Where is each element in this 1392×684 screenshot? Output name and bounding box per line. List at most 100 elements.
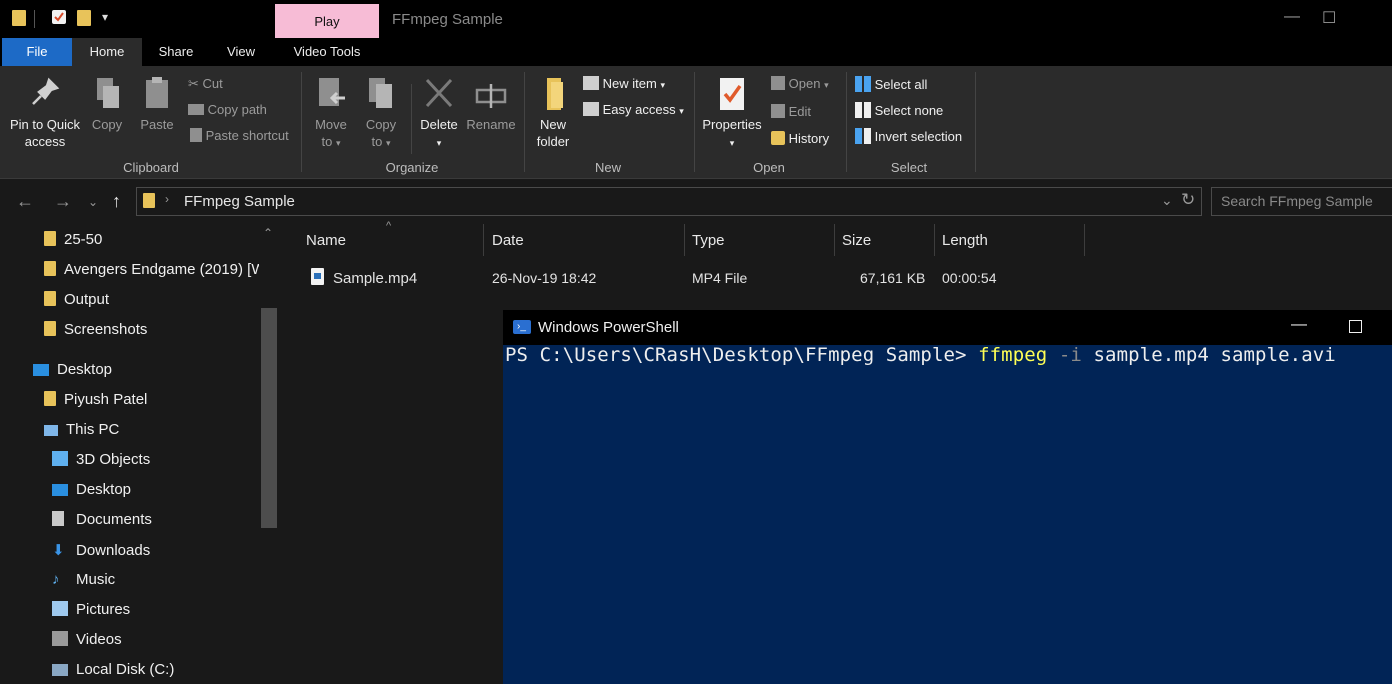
select-all-button[interactable]: Select all	[855, 76, 927, 92]
delete-label: Delete	[420, 117, 458, 132]
column-divider[interactable]	[483, 224, 484, 256]
tab-home[interactable]: Home	[72, 38, 142, 66]
paste-shortcut-button[interactable]: Paste shortcut	[188, 128, 289, 143]
desktop-icon	[52, 484, 68, 496]
column-header-date[interactable]: Date	[492, 232, 524, 249]
group-label-organize: Organize	[385, 160, 439, 175]
nav-item-this-pc[interactable]: This PC	[44, 421, 119, 438]
back-arrow-icon[interactable]: ←	[16, 191, 34, 212]
copy-to-label-2: to	[371, 134, 383, 149]
nav-label: Music	[76, 571, 116, 588]
nav-item-desktop-pc[interactable]: Desktop	[52, 481, 131, 498]
nav-item-documents[interactable]: Documents	[52, 511, 152, 528]
copy-path-icon	[188, 104, 204, 115]
move-to-button[interactable]: Move to ▾	[308, 76, 354, 152]
picture-icon	[52, 601, 68, 616]
paste-button[interactable]: Paste	[136, 76, 178, 133]
new-item-button[interactable]: New item ▾	[583, 76, 665, 91]
breadcrumb[interactable]: FFmpeg Sample	[184, 193, 295, 210]
search-box[interactable]: Search FFmpeg Sample	[1211, 187, 1392, 216]
new-folder-label-1: New	[539, 117, 566, 132]
nav-item-desktop[interactable]: Desktop	[33, 361, 112, 378]
divider	[34, 10, 35, 28]
nav-item-local-disk[interactable]: Local Disk (C:)	[52, 661, 174, 678]
file-length: 00:00:54	[942, 270, 997, 286]
cut-button[interactable]: ✂ Cut	[188, 76, 223, 92]
properties-button[interactable]: Properties ▾	[700, 76, 764, 152]
column-divider[interactable]	[834, 224, 835, 256]
address-dropdown-icon[interactable]: ⌄	[1161, 192, 1173, 209]
nav-item-quick-1[interactable]: 25-50	[44, 231, 102, 248]
tab-view[interactable]: View	[210, 38, 272, 66]
refresh-icon[interactable]: ↻	[1181, 190, 1195, 210]
up-arrow-icon[interactable]: ↑	[112, 191, 121, 212]
chevron-down-icon: ▾	[385, 138, 391, 148]
chevron-right-icon[interactable]: ›	[165, 192, 169, 206]
column-divider[interactable]	[1084, 224, 1085, 256]
open-button[interactable]: Open ▾	[771, 76, 829, 91]
column-header-type[interactable]: Type	[692, 232, 725, 249]
divider	[411, 84, 412, 154]
tab-file[interactable]: File	[2, 38, 72, 66]
nav-item-quick-3[interactable]: Output	[44, 291, 109, 308]
address-bar[interactable]: › FFmpeg Sample ⌄ ↻	[136, 187, 1202, 216]
ps-minimize-button[interactable]: —	[1291, 316, 1307, 334]
pin-to-quick-access-button[interactable]: Pin to Quick access	[4, 76, 86, 150]
column-divider[interactable]	[934, 224, 935, 256]
nav-item-downloads[interactable]: ⬇ Downloads	[52, 541, 150, 559]
scroll-up-icon[interactable]: ⌃	[263, 226, 273, 240]
tab-play[interactable]: Play	[275, 4, 379, 38]
copy-button[interactable]: Copy	[86, 76, 128, 133]
minimize-button[interactable]: —	[1284, 8, 1300, 26]
new-folder-button[interactable]: New folder	[530, 76, 576, 150]
column-header-length[interactable]: Length	[942, 232, 988, 249]
nav-item-pictures[interactable]: Pictures	[52, 601, 130, 618]
properties-icon	[720, 78, 744, 110]
paste-shortcut-label: Paste shortcut	[205, 128, 289, 143]
delete-x-icon	[425, 78, 453, 108]
nav-scrollbar-thumb[interactable]	[261, 308, 277, 528]
copy-path-button[interactable]: Copy path	[188, 102, 267, 117]
rename-button[interactable]: Rename	[464, 76, 518, 133]
nav-item-user[interactable]: Piyush Patel	[44, 391, 147, 408]
nav-item-3d-objects[interactable]: 3D Objects	[52, 451, 150, 468]
edit-button[interactable]: Edit	[771, 104, 811, 119]
history-label: History	[788, 131, 830, 146]
select-all-label: Select all	[874, 77, 928, 92]
copy-path-label: Copy path	[207, 102, 267, 117]
column-header-size[interactable]: Size	[842, 232, 871, 249]
edit-label: Edit	[788, 104, 812, 119]
recent-locations-icon[interactable]: ⌄	[88, 195, 98, 209]
delete-button[interactable]: Delete ▾	[416, 76, 462, 152]
divider	[694, 72, 695, 172]
new-folder-icon[interactable]	[77, 10, 91, 26]
maximize-button[interactable]: ☐	[1322, 8, 1336, 28]
forward-arrow-icon[interactable]: →	[54, 191, 72, 212]
properties-check-icon[interactable]	[52, 10, 66, 24]
history-button[interactable]: History	[771, 131, 829, 146]
group-label-select: Select	[890, 160, 928, 175]
copy-to-button[interactable]: Copy to ▾	[358, 76, 404, 152]
select-none-button[interactable]: Select none	[855, 102, 943, 118]
invert-selection-button[interactable]: Invert selection	[855, 128, 962, 144]
powershell-title: Windows PowerShell	[538, 319, 679, 336]
tab-video-tools[interactable]: Video Tools	[275, 38, 379, 66]
ps-maximize-button[interactable]	[1349, 320, 1362, 333]
column-divider[interactable]	[684, 224, 685, 256]
powershell-command-line[interactable]: PS C:\Users\CRasH\Desktop\FFmpeg Sample>…	[505, 344, 1336, 366]
easy-access-button[interactable]: Easy access ▾	[583, 102, 684, 117]
nav-item-videos[interactable]: Videos	[52, 631, 122, 648]
search-input[interactable]: Search FFmpeg Sample	[1221, 193, 1373, 209]
folder-icon[interactable]	[12, 10, 26, 26]
nav-item-quick-2[interactable]: Avengers Endgame (2019) [W	[44, 261, 259, 278]
nav-item-music[interactable]: ♪ Music	[52, 571, 115, 588]
nav-item-quick-4[interactable]: Screenshots	[44, 321, 147, 338]
customize-toolbar-icon[interactable]: ▾	[102, 10, 108, 24]
tab-share[interactable]: Share	[142, 38, 210, 66]
table-row[interactable]: Sample.mp4 26-Nov-19 18:42 MP4 File 67,1…	[283, 262, 1083, 292]
group-label-new: New	[594, 160, 621, 175]
powershell-title-bar[interactable]: ›_ Windows PowerShell —	[503, 310, 1392, 345]
powershell-window[interactable]	[503, 310, 1392, 684]
column-header-name[interactable]: Name	[306, 232, 346, 249]
group-label-open: Open	[753, 160, 785, 175]
